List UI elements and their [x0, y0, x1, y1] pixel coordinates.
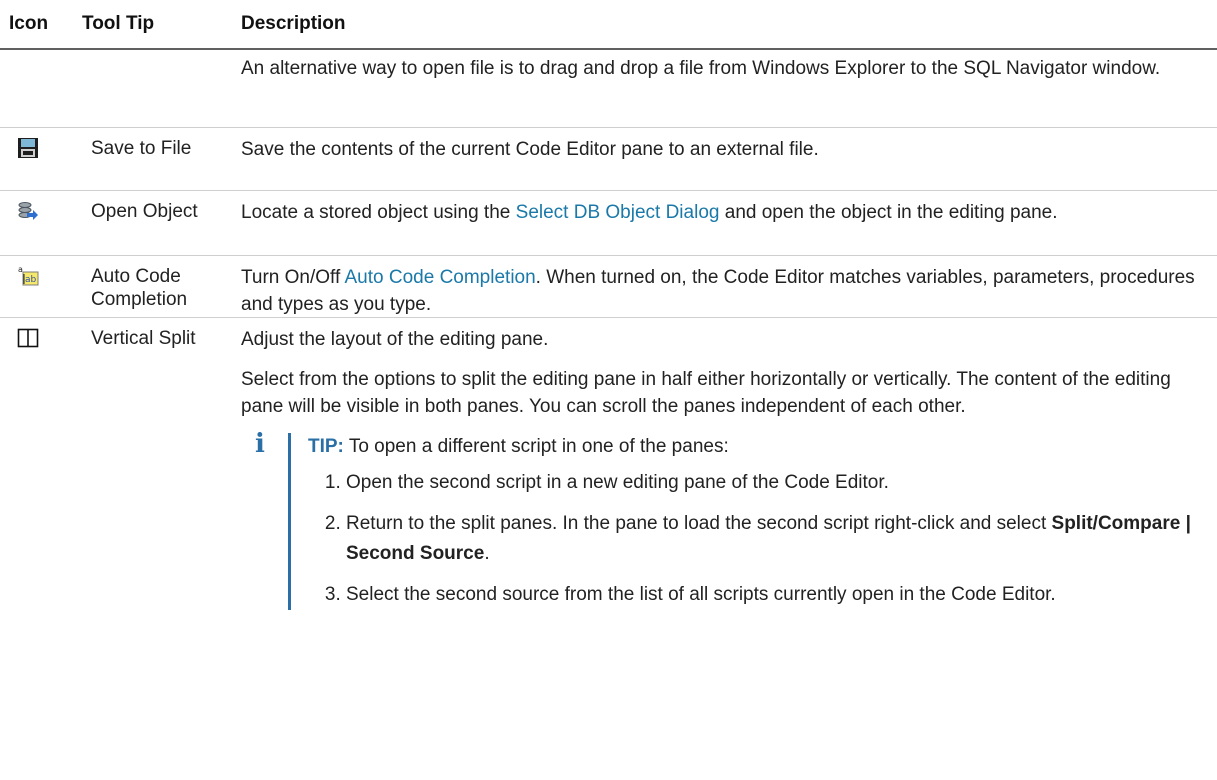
header-icon: Icon: [9, 13, 49, 34]
svg-text:a: a: [18, 265, 23, 274]
table-row: Vertical Split Adjust the layout of the …: [0, 318, 1217, 648]
row-tooltip: Open Object: [91, 201, 198, 222]
row-description: Locate a stored object using the Select …: [241, 191, 1217, 255]
row-tooltip: Auto Code Completion: [91, 266, 188, 310]
row-description: Turn On/Off Auto Code Completion. When t…: [241, 256, 1217, 317]
list-item: Return to the split panes. In the pane t…: [346, 509, 1207, 569]
tip-steps: Open the second script in a new editing …: [308, 468, 1207, 610]
auto-code-completion-icon: a ab: [18, 265, 39, 286]
row-description: Save the contents of the current Code Ed…: [241, 139, 819, 160]
row-tooltip: Vertical Split: [91, 328, 196, 349]
document: Icon Tool Tip Description An alternative…: [0, 0, 1217, 648]
row-description: Adjust the layout of the editing pane. S…: [241, 318, 1217, 648]
table-header: Icon Tool Tip Description: [0, 0, 1217, 50]
row-description: An alternative way to open file is to dr…: [241, 58, 1161, 79]
tip-label: TIP:: [308, 436, 344, 457]
table-row: An alternative way to open file is to dr…: [0, 50, 1217, 128]
list-item: Open the second script in a new editing …: [346, 468, 1207, 498]
description-text: Locate a stored object using the: [241, 202, 516, 223]
floppy-disk-icon: [18, 138, 38, 158]
header-description: Description: [241, 13, 346, 34]
row-tooltip: [82, 50, 241, 127]
row-icon-cell: [0, 318, 82, 648]
svg-text:ab: ab: [25, 275, 37, 285]
tip-intro: TIP: To open a different script in one o…: [308, 433, 1207, 460]
row-icon-cell: [0, 191, 82, 255]
tip-text: To open a different script in one of the…: [343, 436, 729, 457]
open-object-icon: [18, 202, 38, 220]
row-icon-cell: [0, 128, 82, 190]
select-db-object-dialog-link[interactable]: Select DB Object Dialog: [516, 202, 720, 223]
auto-code-completion-link[interactable]: Auto Code Completion: [345, 267, 536, 288]
description-text: Turn On/Off: [241, 267, 345, 288]
description-paragraph: Adjust the layout of the editing pane.: [241, 329, 549, 350]
header-tooltip: Tool Tip: [82, 13, 155, 34]
tip-callout: i TIP: To open a different script in one…: [255, 431, 1207, 610]
info-icon: i: [255, 429, 265, 459]
step-text: Return to the split panes. In the pane t…: [346, 513, 1052, 534]
row-icon-cell: a ab: [0, 256, 82, 317]
vertical-split-icon: [17, 328, 39, 348]
table-row: a ab Auto Code Completion Turn On/Off Au…: [0, 256, 1217, 318]
description-text: and open the object in the editing pane.: [719, 202, 1058, 223]
row-icon-cell: [0, 50, 82, 127]
table-row: Open Object Locate a stored object using…: [0, 191, 1217, 256]
step-text: .: [484, 543, 490, 564]
table-row: Save to File Save the contents of the cu…: [0, 128, 1217, 191]
step-text: Select the second source from the list o…: [346, 584, 1056, 605]
description-paragraph: Select from the options to split the edi…: [241, 369, 1171, 417]
row-tooltip: Save to File: [91, 138, 192, 159]
list-item: Select the second source from the list o…: [346, 580, 1207, 610]
step-text: Open the second script in a new editing …: [346, 472, 889, 493]
